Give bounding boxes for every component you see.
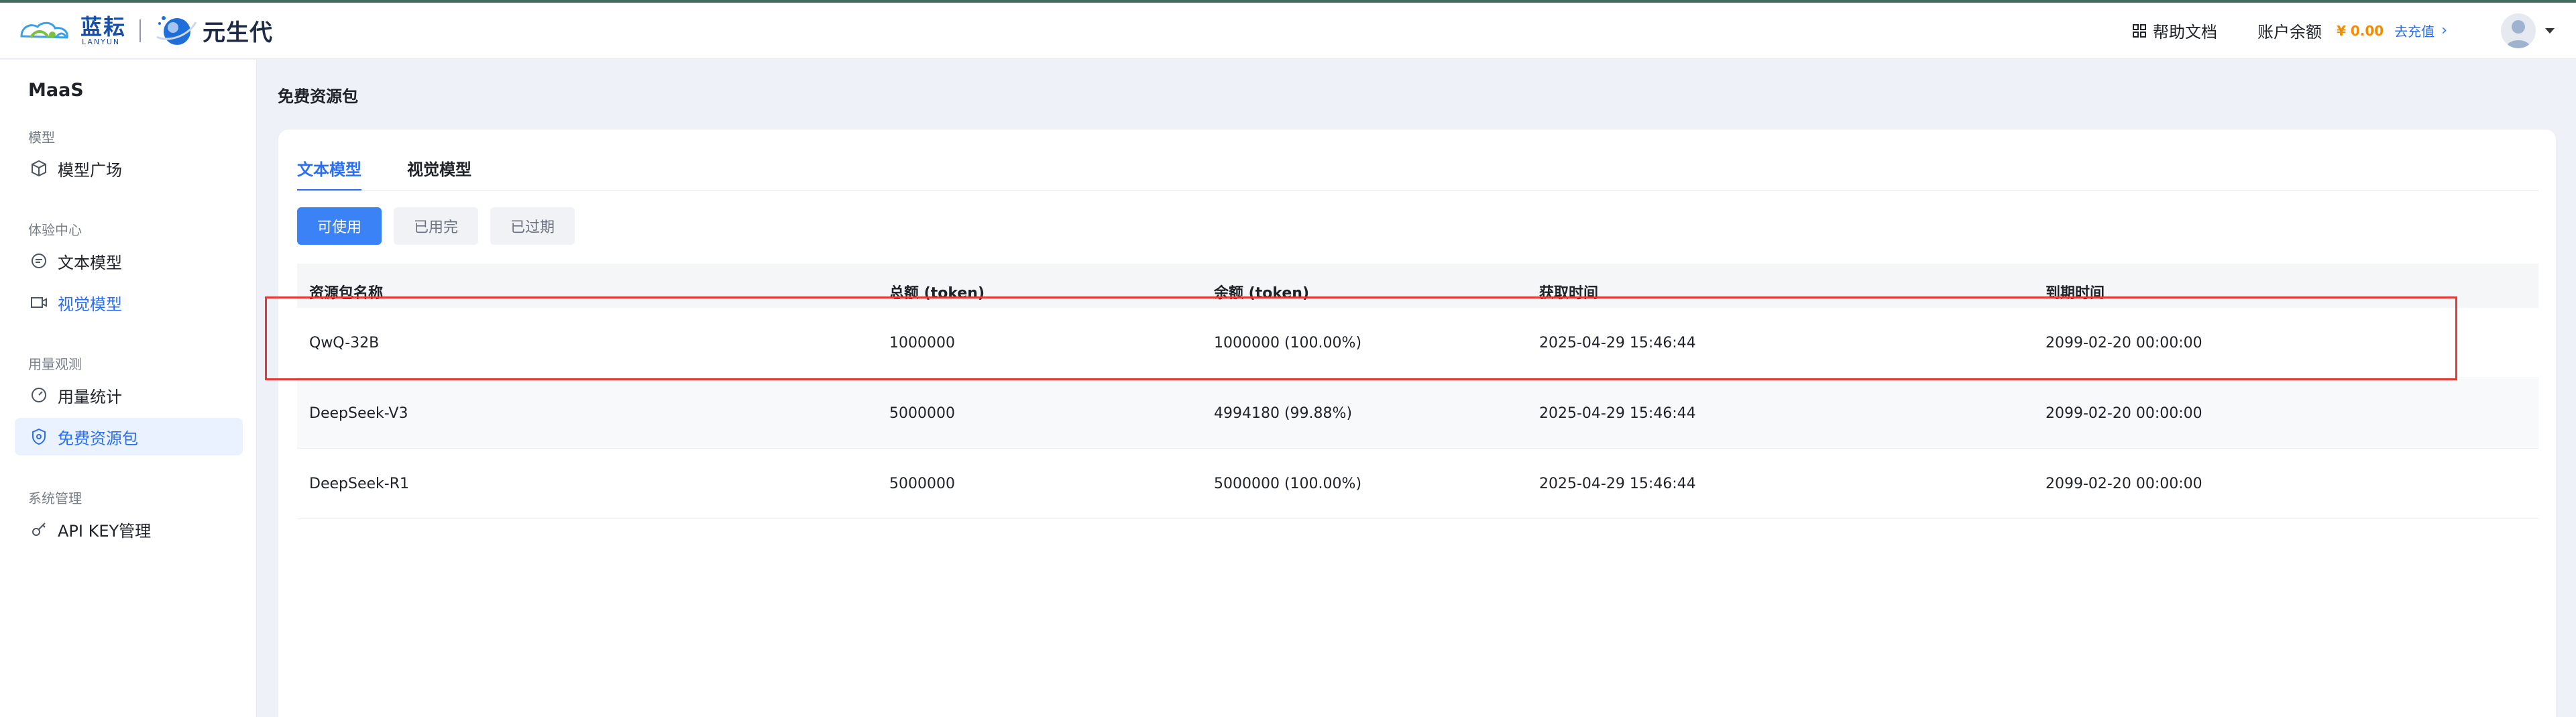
cell-total: 5000000: [889, 475, 955, 492]
group-title-usage: 用量观测: [28, 356, 82, 372]
content-card: 文本模型 视觉模型 可使用 已用完 已过期 资源包名称 总额 (token) 余…: [278, 129, 2557, 717]
recharge-link[interactable]: 去充值: [2394, 21, 2434, 40]
shield-icon: [32, 428, 46, 445]
cell-name: DeepSeek-R1: [309, 475, 409, 492]
page-title: 免费资源包: [278, 87, 358, 106]
sidebar-item-usage-stats[interactable]: 用量统计: [15, 376, 243, 414]
tab-vision-model[interactable]: 视觉模型: [407, 156, 471, 191]
lanyun-logo-icon: [20, 21, 68, 39]
sidebar-item-label: 免费资源包: [58, 429, 138, 448]
highlight-annotation-box: [265, 296, 2457, 380]
cell-acquired: 2025-04-29 15:46:44: [1539, 475, 1696, 492]
avatar[interactable]: [2501, 13, 2536, 48]
logo2-text: 元生代: [203, 19, 274, 46]
status-filters: 可使用 已用完 已过期: [297, 207, 587, 245]
logo-cn-text: 蓝耘: [80, 13, 127, 40]
account-balance: 账户余额 ¥ 0.00 去充值 ›: [2257, 19, 2447, 42]
sidebar-item-vision-model[interactable]: 视觉模型: [15, 284, 243, 321]
sidebar-item-label: API KEY管理: [58, 521, 152, 541]
chat-icon: [32, 254, 46, 268]
logo-en-text: LANYUN: [82, 37, 121, 46]
cell-acquired: 2025-04-29 15:46:44: [1539, 404, 1696, 422]
tab-text-model[interactable]: 文本模型: [297, 156, 361, 191]
sidebar-item-model-square[interactable]: 模型广场: [15, 150, 243, 187]
help-docs-link[interactable]: 帮助文档: [2132, 19, 2217, 42]
cell-total: 5000000: [889, 404, 955, 422]
grid-icon: [2132, 23, 2146, 38]
sidebar-item-api-key[interactable]: API KEY管理: [15, 510, 243, 548]
chevron-right-icon[interactable]: ›: [2441, 22, 2447, 39]
cell-balance: 4994180 (99.88%): [1214, 404, 1353, 422]
balance-amount: ¥ 0.00: [2336, 22, 2384, 39]
group-title-models: 模型: [28, 129, 55, 146]
sidebar-item-label: 用量统计: [58, 387, 122, 406]
top-header: 蓝耘 LANYUN 元生代 帮助文档 账户余额 ¥ 0.00 去充值 ›: [0, 3, 2576, 59]
lanyun-logo[interactable]: 蓝耘 LANYUN 元生代: [17, 3, 273, 59]
sidebar-item-label: 模型广场: [58, 160, 122, 180]
balance-label: 账户余额: [2257, 23, 2322, 42]
sidebar-item-label: 视觉模型: [58, 294, 122, 314]
group-title-experience: 体验中心: [28, 222, 82, 238]
help-docs-label: 帮助文档: [2152, 23, 2217, 42]
sidebar-brand: MaaS: [28, 80, 84, 101]
cell-expires: 2099-02-20 00:00:00: [2046, 475, 2202, 492]
table-row[interactable]: DeepSeek-R1 5000000 5000000 (100.00%) 20…: [297, 449, 2538, 519]
user-icon: [2506, 19, 2530, 48]
cell-balance: 5000000 (100.00%): [1214, 475, 1362, 492]
sidebar-item-text-model[interactable]: 文本模型: [15, 242, 243, 280]
sidebar-item-label: 文本模型: [58, 253, 122, 272]
filter-expired-button[interactable]: 已过期: [490, 207, 575, 245]
logo-divider: [139, 19, 142, 42]
caret-down-icon[interactable]: [2545, 27, 2555, 34]
table-row[interactable]: DeepSeek-V3 5000000 4994180 (99.88%) 202…: [297, 378, 2538, 449]
tabs-divider: [297, 190, 2538, 191]
cell-name: DeepSeek-V3: [309, 404, 408, 422]
video-icon: [31, 297, 47, 308]
model-tabs: 文本模型 视觉模型: [297, 156, 517, 191]
sidebar-item-free-packages[interactable]: 免费资源包: [15, 418, 243, 455]
filter-used-up-button[interactable]: 已用完: [394, 207, 479, 245]
cell-expires: 2099-02-20 00:00:00: [2046, 404, 2202, 422]
group-title-system: 系统管理: [28, 490, 82, 506]
filter-available-button[interactable]: 可使用: [297, 207, 382, 245]
yuanshengdai-logo-icon: [156, 15, 197, 45]
cube-icon: [32, 160, 46, 177]
key-icon: [32, 522, 46, 536]
sidebar: MaaS 模型 模型广场 体验中心 文本模型 视觉模型 用量观测 用量统计 免费…: [0, 60, 257, 717]
gauge-icon: [32, 388, 46, 402]
